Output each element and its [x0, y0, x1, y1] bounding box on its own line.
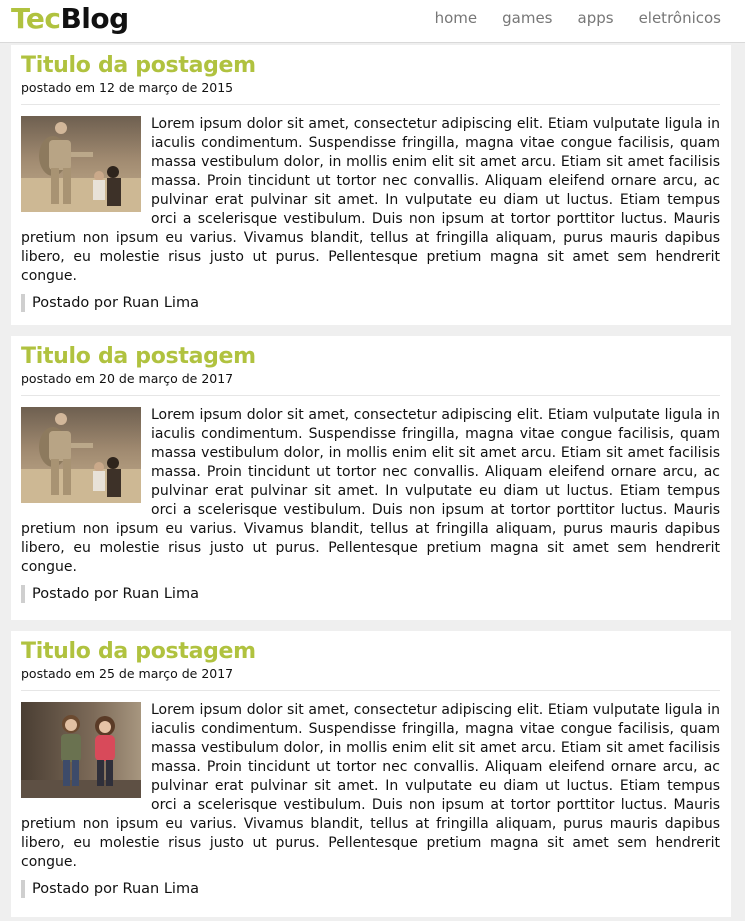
nav-eletronicos[interactable]: eletrônicos [639, 9, 721, 27]
logo-tec: Tec [11, 2, 61, 35]
post-author: Postado por Ruan Lima [21, 880, 720, 898]
post-card: Titulo da postagem postado em 12 de març… [11, 45, 731, 325]
post-author: Postado por Ruan Lima [21, 294, 720, 312]
two-children-photo [21, 702, 141, 798]
post-divider [21, 395, 720, 396]
post-title[interactable]: Titulo da postagem [21, 53, 720, 79]
soldier-and-child-photo [21, 116, 141, 212]
main-nav: home games apps eletrônicos [435, 9, 721, 27]
nav-home[interactable]: home [435, 9, 478, 27]
post-date: postado em 25 de março de 2017 [21, 666, 234, 681]
soldier-and-child-photo [21, 407, 141, 503]
nav-apps[interactable]: apps [578, 9, 614, 27]
post-date: postado em 20 de março de 2017 [21, 371, 234, 386]
logo-blog: Blog [60, 2, 129, 35]
top-navbar: TecBlog home games apps eletrônicos [0, 0, 745, 43]
post-title[interactable]: Titulo da postagem [21, 639, 720, 665]
post-card: Titulo da postagem postado em 20 de març… [11, 336, 731, 620]
post-divider [21, 104, 720, 105]
nav-games[interactable]: games [502, 9, 552, 27]
post-card: Titulo da postagem postado em 25 de març… [11, 631, 731, 917]
post-title[interactable]: Titulo da postagem [21, 344, 720, 370]
post-author: Postado por Ruan Lima [21, 585, 720, 603]
post-date: postado em 12 de março de 2015 [21, 80, 234, 95]
post-body: Lorem ipsum dolor sit amet, consectetur … [21, 115, 720, 286]
site-logo[interactable]: TecBlog [11, 2, 129, 36]
post-body: Lorem ipsum dolor sit amet, consectetur … [21, 701, 720, 872]
post-divider [21, 690, 720, 691]
post-body: Lorem ipsum dolor sit amet, consectetur … [21, 406, 720, 577]
